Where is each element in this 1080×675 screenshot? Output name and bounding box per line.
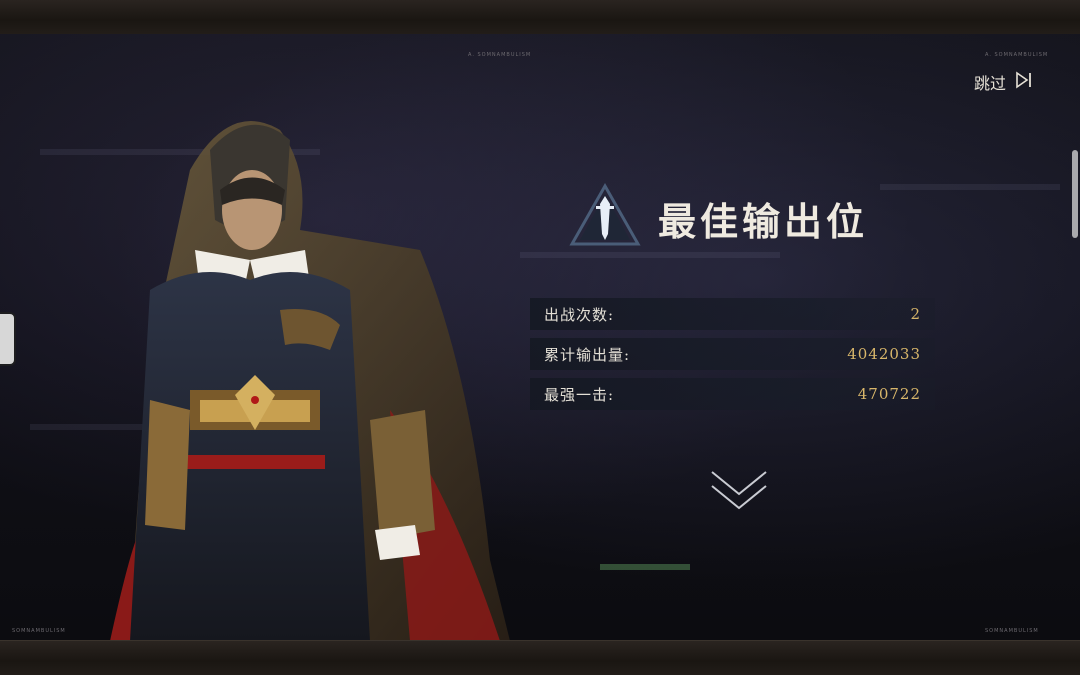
- stat-value: 2: [910, 305, 921, 323]
- watermark-bottom-right: SOMNAMBULISM: [985, 628, 1039, 634]
- glitch-line: [600, 564, 690, 570]
- stat-row-strongest-hit: 最强一击: 470722: [530, 378, 935, 410]
- glitch-line: [880, 184, 1060, 190]
- watermark-top-center: A. SOMNAMBULISM: [468, 52, 532, 58]
- top-frame: [0, 0, 1080, 35]
- character-portrait: [110, 121, 510, 641]
- skip-label: 跳过: [973, 74, 1006, 93]
- double-chevron-down-icon[interactable]: [708, 468, 770, 520]
- scrollbar[interactable]: [1072, 150, 1078, 238]
- skip-forward-icon: [1014, 70, 1034, 94]
- stat-label: 出战次数:: [544, 305, 615, 324]
- stat-row-battles: 出战次数: 2: [530, 298, 935, 330]
- watermark-top-right: A. SOMNAMBULISM: [985, 52, 1049, 58]
- stat-row-total-damage: 累计输出量: 4042033: [530, 338, 935, 370]
- result-title: 最佳输出位: [658, 198, 869, 244]
- stats-panel: 出战次数: 2 累计输出量: 4042033 最强一击: 470722: [530, 298, 935, 418]
- title-block: 最佳输出位: [568, 182, 868, 254]
- stat-label: 累计输出量:: [544, 345, 631, 364]
- side-tab-handle[interactable]: [0, 312, 16, 366]
- skip-button[interactable]: 跳过: [974, 70, 1034, 94]
- dagger-triangle-icon: [568, 182, 642, 254]
- bottom-frame: [0, 640, 1080, 675]
- watermark-bottom-left: SOMNAMBULISM: [12, 628, 66, 634]
- stat-value: 470722: [857, 385, 921, 403]
- stat-label: 最强一击:: [544, 385, 615, 404]
- stat-value: 4042033: [847, 345, 921, 363]
